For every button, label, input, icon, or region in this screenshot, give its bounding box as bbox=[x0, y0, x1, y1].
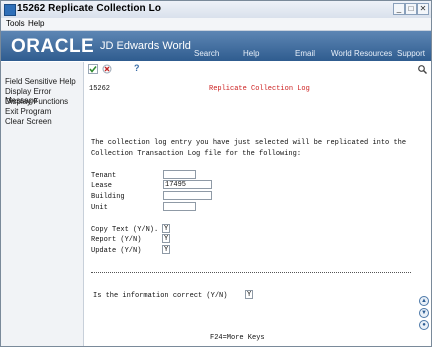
toolbar: ? bbox=[84, 62, 431, 77]
nav-help[interactable]: Help bbox=[243, 49, 259, 58]
title-bar: 15262 Replicate Collection Lo _ □ ✕ bbox=[1, 1, 431, 19]
confirm-label: Is the information correct (Y/N) bbox=[93, 292, 228, 300]
building-label: Building bbox=[91, 193, 125, 201]
sidebar-item-display-functions[interactable]: Display Functions bbox=[5, 97, 68, 106]
magnifier-icon[interactable] bbox=[418, 65, 427, 74]
unit-field[interactable] bbox=[163, 202, 196, 211]
menu-help[interactable]: Help bbox=[28, 19, 44, 28]
page-down-icon[interactable]: ▼ bbox=[419, 308, 429, 318]
report-field[interactable]: Y bbox=[162, 234, 170, 243]
confirm-field[interactable]: Y bbox=[245, 290, 253, 299]
sidebar-item-exit-program[interactable]: Exit Program bbox=[5, 107, 51, 116]
form-area: 15262 Replicate Collection Log The colle… bbox=[85, 78, 415, 346]
copy-text-field[interactable]: Y bbox=[162, 224, 170, 233]
page-up-icon[interactable]: ▲ bbox=[419, 296, 429, 306]
unit-label: Unit bbox=[91, 204, 108, 212]
sidebar-item-clear-screen[interactable]: Clear Screen bbox=[5, 117, 52, 126]
nav-support[interactable]: Support bbox=[397, 49, 425, 58]
function-sidebar: Field Sensitive Help Display Error Messa… bbox=[1, 62, 84, 346]
sidebar-item-field-sensitive-help[interactable]: Field Sensitive Help bbox=[5, 77, 76, 86]
application-window: 15262 Replicate Collection Lo _ □ ✕ Tool… bbox=[0, 0, 432, 347]
minimize-button[interactable]: _ bbox=[393, 3, 405, 15]
tenant-field[interactable] bbox=[163, 170, 196, 179]
function-keys: F24=More Keys bbox=[210, 334, 265, 342]
separator-dots bbox=[91, 272, 411, 273]
lease-label: Lease bbox=[91, 182, 113, 190]
building-field[interactable] bbox=[163, 191, 212, 200]
close-button[interactable]: ✕ bbox=[417, 3, 429, 15]
update-field[interactable]: Y bbox=[162, 245, 170, 254]
program-id: 15262 bbox=[89, 85, 111, 93]
nav-world-resources[interactable]: World Resources bbox=[331, 49, 392, 58]
nav-email[interactable]: Email bbox=[295, 49, 315, 58]
tenant-label: Tenant bbox=[91, 172, 117, 180]
oracle-banner: ORACLE JD Edwards World Search Help Emai… bbox=[1, 31, 431, 61]
menu-tools[interactable]: Tools bbox=[6, 19, 25, 28]
window-title: 15262 Replicate Collection Lo bbox=[17, 3, 162, 14]
intro-line-2: Collection Transaction Log file for the … bbox=[91, 150, 302, 158]
cancel-icon[interactable] bbox=[102, 64, 112, 74]
app-icon bbox=[4, 4, 16, 16]
maximize-button[interactable]: □ bbox=[405, 3, 417, 15]
help-icon[interactable]: ? bbox=[134, 63, 140, 73]
check-icon[interactable] bbox=[88, 64, 98, 74]
intro-line-1: The collection log entry you have just s… bbox=[91, 139, 407, 147]
update-label: Update (Y/N) bbox=[91, 247, 142, 255]
zoom-icon[interactable]: ● bbox=[419, 320, 429, 330]
lease-field[interactable]: 17495 bbox=[163, 180, 212, 189]
menu-bar: Tools Help bbox=[1, 18, 431, 31]
product-name: JD Edwards World bbox=[100, 40, 191, 52]
copy-text-label: Copy Text (Y/N). bbox=[91, 226, 159, 234]
screen-heading: Replicate Collection Log bbox=[209, 85, 310, 93]
nav-search[interactable]: Search bbox=[194, 49, 219, 58]
oracle-logo: ORACLE bbox=[11, 36, 95, 57]
report-label: Report (Y/N) bbox=[91, 236, 142, 244]
